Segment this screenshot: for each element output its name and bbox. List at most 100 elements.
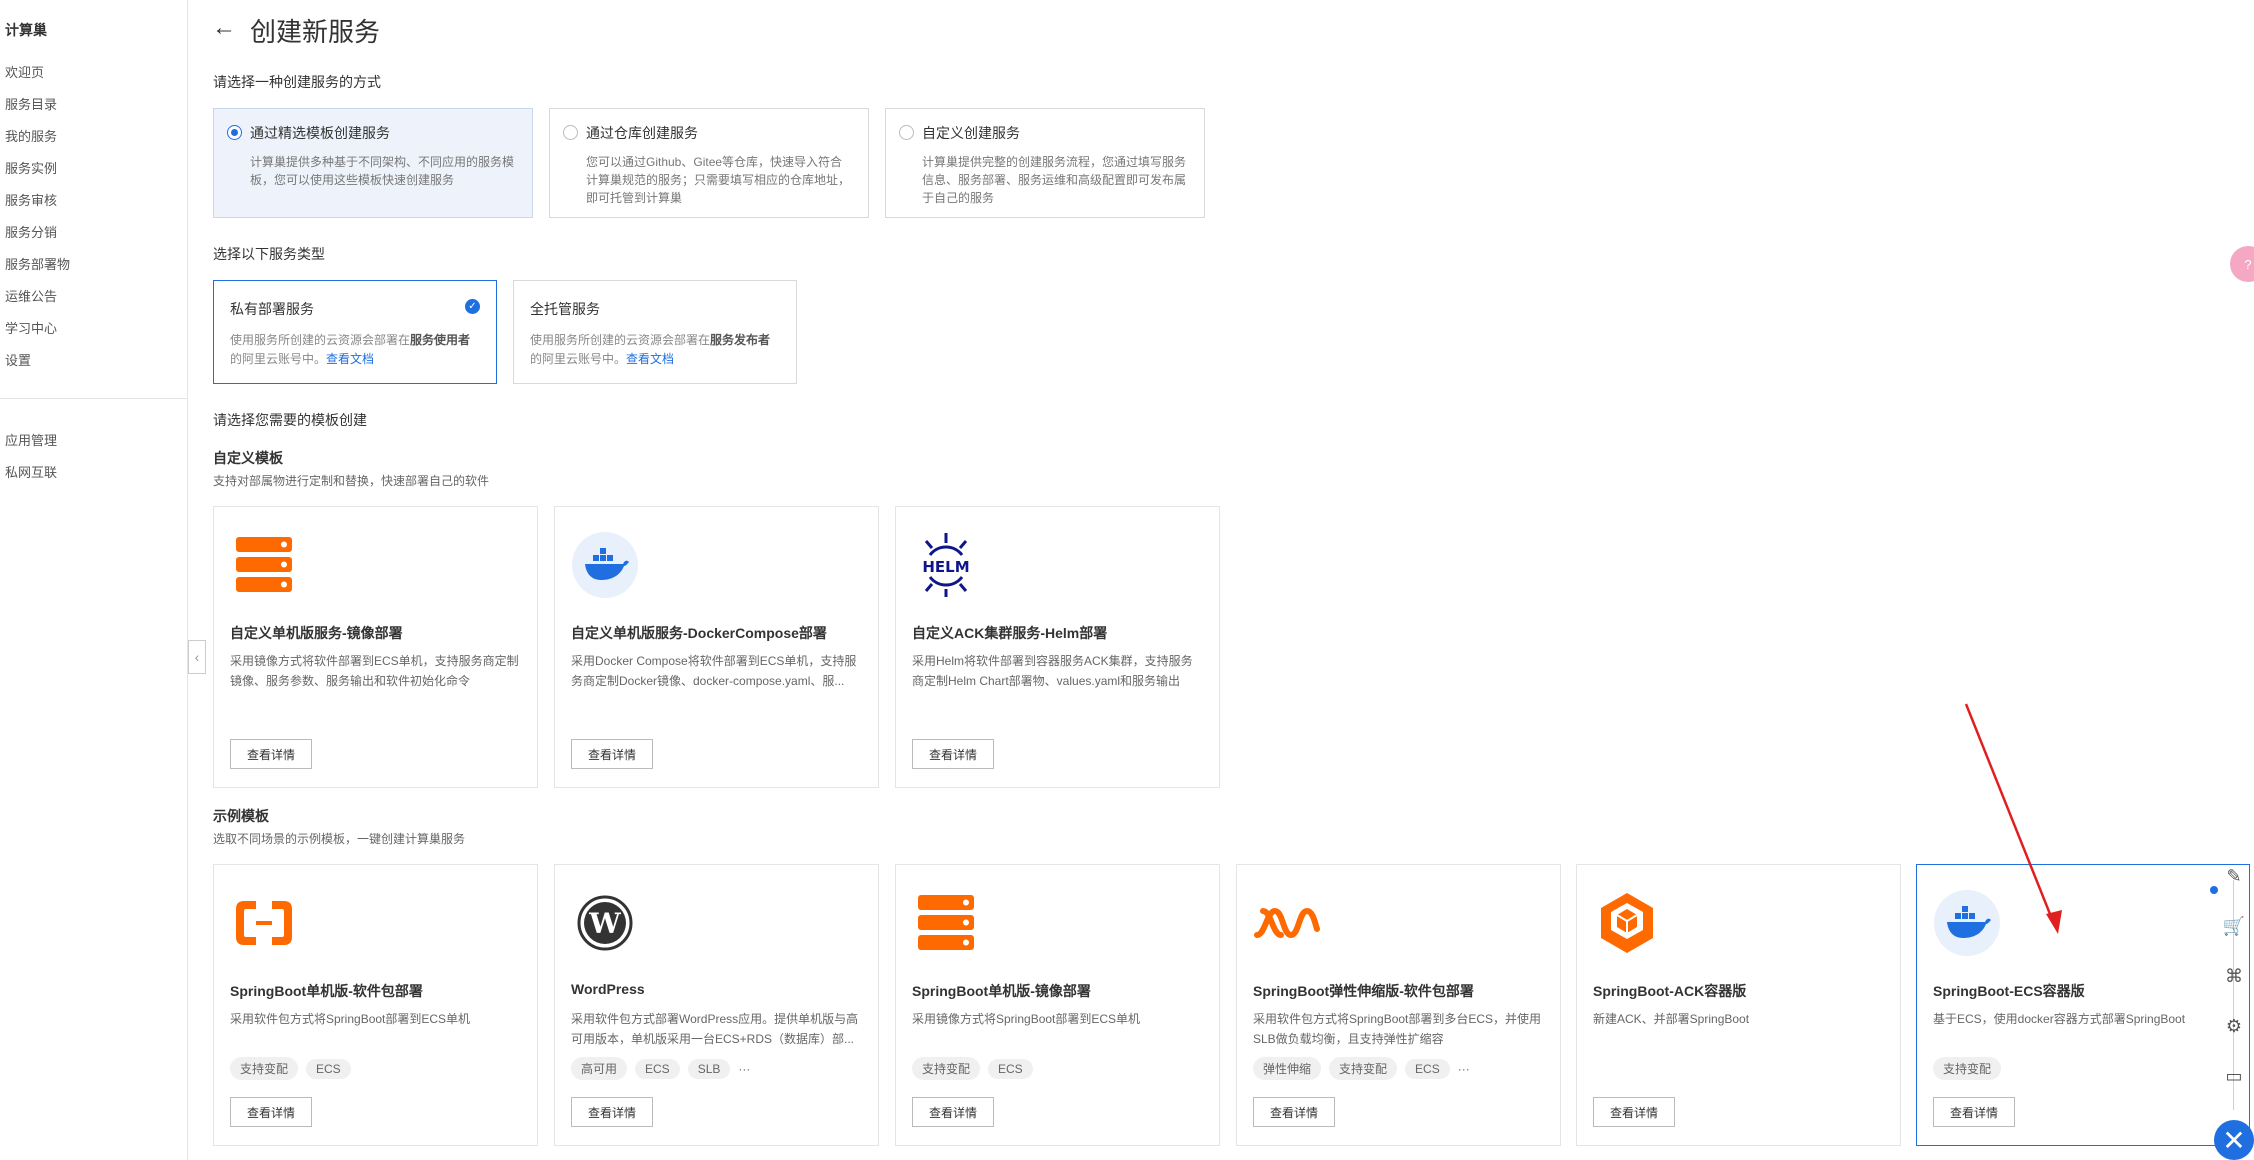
view-details-button[interactable]: 查看详情 xyxy=(912,739,994,769)
method-card-custom[interactable]: 自定义创建服务 计算巢提供完整的创建服务流程，您通过填写服务信息、服务部署、服务… xyxy=(885,108,1205,218)
view-details-button[interactable]: 查看详情 xyxy=(912,1097,994,1127)
template-title: SpringBoot-ECS容器版 xyxy=(1933,983,2085,999)
cart-icon[interactable]: 🛒 xyxy=(2222,914,2246,938)
tag: ECS xyxy=(635,1058,680,1079)
wordpress-icon: W xyxy=(577,895,633,951)
type-section-label: 选择以下服务类型 xyxy=(213,246,325,262)
type-desc: 使用服务所创建的云资源会部署在服务使用者的阿里云账号中。查看文档 xyxy=(230,333,471,366)
sidebar-item-deployment-artifacts[interactable]: 服务部署物 xyxy=(5,254,70,273)
type-desc: 使用服务所创建的云资源会部署在服务发布者的阿里云账号中。查看文档 xyxy=(530,333,771,366)
code-icon[interactable]: ⌘ xyxy=(2222,964,2246,988)
tag: ECS xyxy=(1405,1058,1450,1079)
template-card[interactable]: HELM 自定义ACK集群服务-Helm部署 采用Helm将软件部署到容器服务A… xyxy=(895,506,1220,788)
tag: 支持变配 xyxy=(1933,1057,2002,1080)
type-card-private[interactable]: ✓ 私有部署服务 使用服务所创建的云资源会部署在服务使用者的阿里云账号中。查看文… xyxy=(213,280,497,384)
template-card[interactable]: 自定义单机版服务-镜像部署 采用镜像方式将软件部署到ECS单机，支持服务商定制镜… xyxy=(213,506,538,788)
view-details-button[interactable]: 查看详情 xyxy=(571,739,653,769)
sidebar-item-ops-notice[interactable]: 运维公告 xyxy=(5,286,57,305)
tag-list: 支持变配 ECS xyxy=(912,1057,1033,1080)
more-tags-icon[interactable]: ··· xyxy=(738,1062,750,1076)
sidebar-item-my-services[interactable]: 我的服务 xyxy=(5,126,57,145)
annotation-arrow xyxy=(1964,703,2062,934)
template-card[interactable]: 自定义单机版服务-DockerCompose部署 采用Docker Compos… xyxy=(554,506,879,788)
view-docs-link[interactable]: 查看文档 xyxy=(326,352,374,366)
radio-template[interactable] xyxy=(227,125,242,140)
view-details-button[interactable]: 查看详情 xyxy=(1253,1097,1335,1127)
tag: 弹性伸缩 xyxy=(1253,1057,1322,1080)
sidebar-item-app-management[interactable]: 应用管理 xyxy=(5,430,57,449)
gear-icon[interactable]: ⚙ xyxy=(2222,1014,2246,1038)
sidebar-title: 计算巢 xyxy=(5,22,47,38)
svg-text:HELM: HELM xyxy=(922,558,969,576)
close-icon[interactable]: ✕ xyxy=(2214,1120,2254,1160)
method-title: 通过精选模板创建服务 xyxy=(250,125,390,141)
template-title: 自定义单机版服务-镜像部署 xyxy=(230,625,403,641)
template-desc: 基于ECS，使用docker容器方式部署SpringBoot xyxy=(1933,1012,2186,1026)
view-details-button[interactable]: 查看详情 xyxy=(1593,1097,1675,1127)
example-template-heading: 示例模板 xyxy=(213,808,269,824)
custom-template-subtitle: 支持对部属物进行定制和替换，快速部署自己的软件 xyxy=(213,474,490,488)
template-card[interactable]: SpringBoot-ACK容器版 新建ACK、并部署SpringBoot 查看… xyxy=(1576,864,1901,1146)
template-card[interactable]: SpringBoot单机版-软件包部署 采用软件包方式将SpringBoot部署… xyxy=(213,864,538,1146)
assistant-fab-icon[interactable]: ? xyxy=(2230,246,2254,282)
svg-text:W: W xyxy=(588,907,621,940)
tag-list: 支持变配 ECS xyxy=(230,1057,351,1080)
view-details-button[interactable]: 查看详情 xyxy=(571,1097,653,1127)
sidebar-collapse-handle[interactable]: ‹ xyxy=(188,640,206,674)
ack-cube-icon xyxy=(1601,893,1653,953)
tag: 高可用 xyxy=(571,1057,628,1080)
more-tags-icon[interactable]: ··· xyxy=(1458,1062,1470,1076)
example-template-subtitle: 选取不同场景的示例模板，一键创建计算巢服务 xyxy=(213,832,466,846)
method-card-template[interactable]: 通过精选模板创建服务 计算巢提供多种基于不同架构、不同应用的服务模板，您可以使用… xyxy=(213,108,533,218)
template-title: WordPress xyxy=(571,981,645,997)
type-card-managed[interactable]: 全托管服务 使用服务所创建的云资源会部署在服务发布者的阿里云账号中。查看文档 xyxy=(513,280,797,384)
view-details-button[interactable]: 查看详情 xyxy=(1933,1097,2015,1127)
sidebar-item-service-review[interactable]: 服务审核 xyxy=(5,190,57,209)
tag: 支持变配 xyxy=(1329,1057,1398,1080)
template-desc: 采用Docker Compose将软件部署到ECS单机，支持服务商定制Docke… xyxy=(571,654,857,688)
tag: 支持变配 xyxy=(912,1057,981,1080)
tag-list: 支持变配 xyxy=(1933,1057,2002,1080)
sidebar-item-service-catalog[interactable]: 服务目录 xyxy=(5,94,57,113)
edit-icon[interactable]: ✎ xyxy=(2222,864,2246,888)
template-title: SpringBoot单机版-软件包部署 xyxy=(230,983,423,999)
sidebar-item-learning-center[interactable]: 学习中心 xyxy=(5,318,57,337)
type-title: 全托管服务 xyxy=(530,301,600,317)
radio-custom[interactable] xyxy=(899,125,914,140)
sidebar-item-private-network[interactable]: 私网互联 xyxy=(5,462,57,481)
template-title: SpringBoot-ACK容器版 xyxy=(1593,983,1747,999)
tag: SLB xyxy=(687,1058,731,1079)
sidebar: 计算巢 欢迎页 服务目录 我的服务 服务实例 服务审核 服务分销 服务部署物 运… xyxy=(0,0,188,1160)
sidebar-item-service-instances[interactable]: 服务实例 xyxy=(5,158,57,177)
tag: ECS xyxy=(988,1058,1033,1079)
method-desc: 计算巢提供完整的创建服务流程，您通过填写服务信息、服务部署、服务运维和高级配置即… xyxy=(922,155,1187,205)
template-title: SpringBoot单机版-镜像部署 xyxy=(912,983,1091,999)
template-desc: 采用镜像方式将软件部署到ECS单机，支持服务商定制镜像、服务参数、服务输出和软件… xyxy=(230,654,519,688)
method-desc: 您可以通过Github、Gitee等仓库，快速导入符合计算巢规范的服务；只需要填… xyxy=(586,155,851,205)
server-stack-icon xyxy=(236,537,292,592)
page: 计算巢 欢迎页 服务目录 我的服务 服务实例 服务审核 服务分销 服务部署物 运… xyxy=(0,0,2254,1160)
view-docs-link[interactable]: 查看文档 xyxy=(626,352,674,366)
method-card-repository[interactable]: 通过仓库创建服务 您可以通过Github、Gitee等仓库，快速导入符合计算巢规… xyxy=(549,108,869,218)
template-desc: 采用Helm将软件部署到容器服务ACK集群，支持服务商定制Helm Chart部… xyxy=(912,654,1193,688)
back-arrow-icon[interactable]: ← xyxy=(212,14,236,42)
template-card[interactable]: SpringBoot弹性伸缩版-软件包部署 采用软件包方式将SpringBoot… xyxy=(1236,864,1561,1146)
template-title: 自定义单机版服务-DockerCompose部署 xyxy=(571,625,827,641)
template-card[interactable]: SpringBoot单机版-镜像部署 采用镜像方式将SpringBoot部署到E… xyxy=(895,864,1220,1146)
view-details-button[interactable]: 查看详情 xyxy=(230,1097,312,1127)
sidebar-item-settings[interactable]: 设置 xyxy=(5,350,31,369)
radio-repository[interactable] xyxy=(563,125,578,140)
method-section-label: 请选择一种创建服务的方式 xyxy=(213,74,381,90)
template-desc: 采用软件包方式将SpringBoot部署到多台ECS，并使用SLB做负载均衡，且… xyxy=(1253,1012,1542,1046)
template-card[interactable]: W WordPress 采用软件包方式部署WordPress应用。提供单机版与高… xyxy=(554,864,879,1146)
template-desc: 采用软件包方式将SpringBoot部署到ECS单机 xyxy=(230,1012,471,1026)
template-desc: 新建ACK、并部署SpringBoot xyxy=(1593,1012,1750,1026)
sidebar-item-service-distribution[interactable]: 服务分销 xyxy=(5,222,57,241)
template-title: 自定义ACK集群服务-Helm部署 xyxy=(912,625,1108,641)
view-details-button[interactable]: 查看详情 xyxy=(230,739,312,769)
check-icon: ✓ xyxy=(465,299,480,314)
feedback-icon[interactable]: ▭ xyxy=(2222,1064,2246,1088)
custom-template-heading: 自定义模板 xyxy=(213,450,283,466)
template-desc: 采用软件包方式部署WordPress应用。提供单机版与高可用版本，单机版采用一台… xyxy=(571,1012,859,1046)
sidebar-item-welcome[interactable]: 欢迎页 xyxy=(5,62,44,81)
